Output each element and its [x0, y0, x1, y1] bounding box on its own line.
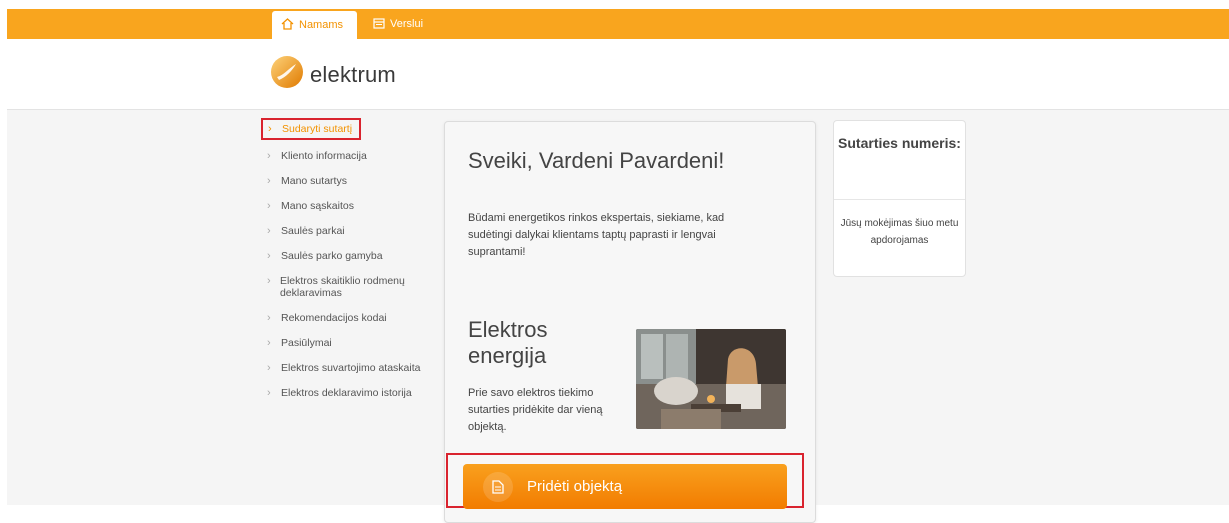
sidebar-item-meter-readings[interactable]: › Elektros skaitiklio rodmenų deklaravim… [267, 275, 437, 299]
chevron-right-icon: › [267, 312, 271, 324]
chevron-right-icon: › [268, 123, 272, 135]
add-object-button-label: Pridėti objektą [527, 478, 623, 495]
sidebar-item-solar-production[interactable]: › Saulės parko gamyba [267, 250, 437, 262]
sidebar-item-label: Elektros deklaravimo istorija [281, 387, 412, 399]
brand-name: elektrum [310, 61, 396, 87]
contract-number-card: Sutarties numeris: Jūsų mokėjimas šiuo m… [833, 120, 966, 277]
sidebar-item-consumption-report[interactable]: › Elektros suvartojimo ataskaita [267, 362, 437, 374]
sidebar-item-label: Elektros skaitiklio rodmenų deklaravimas [279, 275, 405, 299]
sidebar-item-my-invoices[interactable]: › Mano sąskaitos [267, 200, 437, 212]
sidebar-item-client-info[interactable]: › Kliento informacija [267, 150, 437, 162]
chevron-right-icon: › [267, 250, 271, 262]
sidebar-item-label: Kliento informacija [281, 150, 367, 162]
chevron-right-icon: › [267, 150, 271, 162]
sidebar-item-referral-codes[interactable]: › Rekomendacijos kodai [267, 312, 437, 324]
document-icon [483, 471, 513, 502]
sidebar-item-label: Mano sąskaitos [281, 200, 354, 212]
sidebar-item-label: Saulės parkai [281, 225, 345, 237]
sidebar-menu: › Sudaryti sutartį › Kliento informacija… [261, 118, 437, 412]
sidebar-item-declaration-history[interactable]: › Elektros deklaravimo istorija [267, 387, 437, 399]
sidebar-item-label: Sudaryti sutartį [282, 123, 353, 135]
sidebar-item-label: Mano sutartys [281, 175, 347, 187]
tab-business[interactable]: Verslui [364, 9, 434, 39]
electricity-section-description: Prie savo elektros tiekimo sutarties pri… [468, 387, 603, 433]
chevron-right-icon: › [267, 200, 271, 212]
sidebar-item-create-contract[interactable]: › Sudaryti sutartį [261, 118, 361, 140]
chevron-right-icon: › [267, 387, 271, 399]
sidebar-item-label: Rekomendacijos kodai [281, 312, 387, 324]
main-content-area: › Sudaryti sutartį › Kliento informacija… [7, 110, 1229, 523]
sidebar-item-label: Elektros suvartojimo ataskaita [281, 362, 421, 374]
add-object-button[interactable]: Pridėti objektą [463, 464, 787, 509]
chevron-right-icon: › [267, 362, 271, 374]
payment-status-text: Jūsų mokėjimas šiuo metu apdorojamas [840, 218, 959, 246]
divider [834, 199, 965, 200]
electricity-section-title: Elektros energija [468, 317, 548, 368]
site-header: elektrum [7, 39, 1229, 110]
chevron-right-icon: › [267, 225, 271, 237]
top-navigation-bar: Namams Verslui [7, 9, 1229, 39]
sidebar-item-label: Pasiūlymai [281, 337, 332, 349]
elektrum-logo-icon [270, 55, 304, 94]
tab-business-label: Verslui [390, 18, 424, 30]
tab-home-label: Namams [299, 19, 344, 31]
living-room-photo [636, 329, 786, 429]
intro-text: Būdami energetikos rinkos ekspertais, si… [468, 212, 725, 258]
sidebar-item-offers[interactable]: › Pasiūlymai [267, 337, 437, 349]
home-icon [281, 17, 294, 33]
tab-home[interactable]: Namams [272, 11, 357, 39]
contract-number-title: Sutarties numeris: [838, 135, 961, 151]
sidebar-item-solar-parks[interactable]: › Saulės parkai [267, 225, 437, 237]
chevron-right-icon: › [267, 337, 271, 349]
chevron-right-icon: › [267, 275, 271, 287]
sidebar-item-label: Saulės parko gamyba [281, 250, 383, 262]
sidebar-item-my-contracts[interactable]: › Mano sutartys [267, 175, 437, 187]
chevron-right-icon: › [267, 175, 271, 187]
calendar-icon [373, 17, 385, 32]
greeting-title: Sveiki, Vardeni Pavardeni! [468, 148, 725, 173]
brand-logo[interactable]: elektrum [270, 55, 396, 94]
